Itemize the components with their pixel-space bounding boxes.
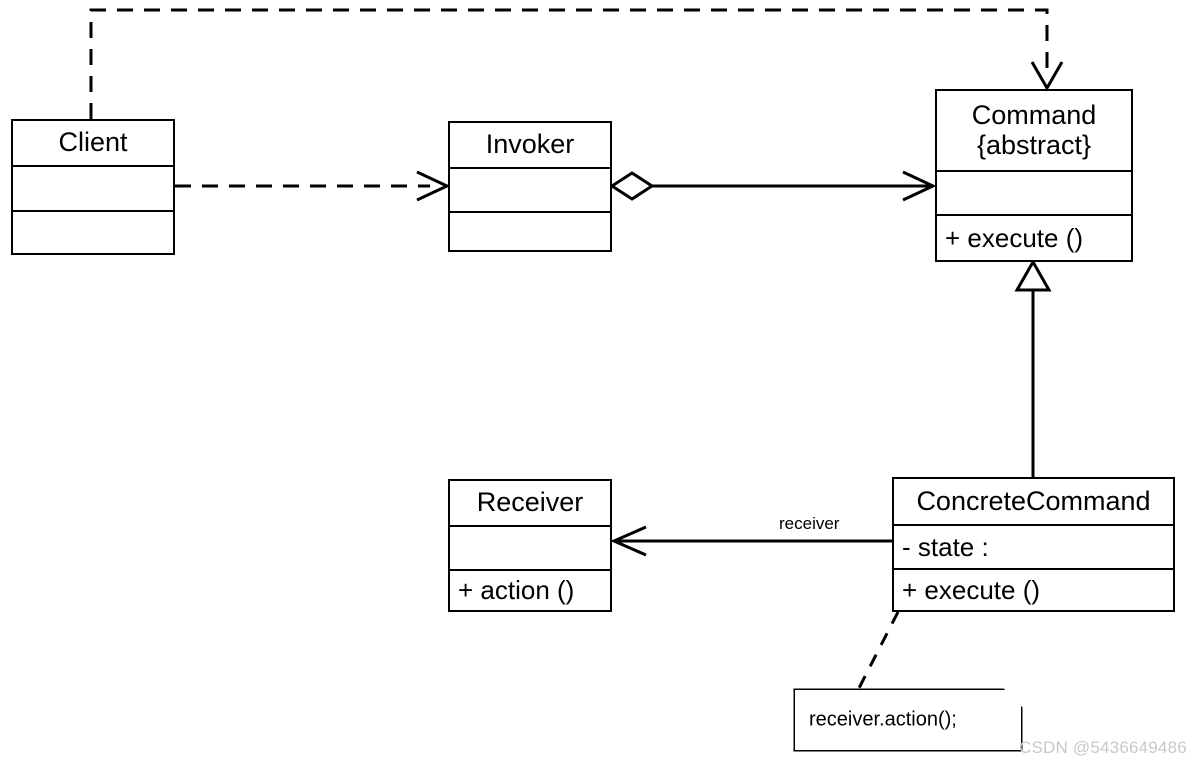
concrete-command-attribute-state: - state : [902, 531, 989, 562]
invoker-operations-compartment [450, 211, 610, 250]
invoker-title-compartment: Invoker [450, 123, 610, 167]
edge-client-to-invoker [175, 170, 451, 202]
uml-diagram-canvas: Client Invoker Command {abstract} + exec… [0, 0, 1193, 765]
command-abstract-marker: {abstract} [976, 129, 1092, 160]
edge-concrete-to-command [1014, 258, 1052, 477]
command-operations-compartment: + execute () [937, 214, 1131, 260]
edge-concrete-to-receiver [610, 525, 892, 557]
class-box-client[interactable]: Client [11, 119, 175, 255]
client-title-compartment: Client [13, 121, 173, 165]
client-operations-compartment [13, 210, 173, 253]
receiver-attributes-compartment [450, 525, 610, 569]
class-box-invoker[interactable]: Invoker [448, 121, 612, 252]
association-role-label-receiver: receiver [779, 514, 840, 533]
invoker-attributes-compartment [450, 167, 610, 211]
command-class-name: Command [971, 100, 1097, 131]
receiver-operation-action: + action () [458, 575, 575, 605]
receiver-class-name: Receiver [476, 487, 584, 518]
client-class-name: Client [58, 127, 128, 158]
edge-invoker-to-command [609, 170, 937, 202]
command-operation-execute: + execute () [945, 222, 1084, 253]
edge-client-to-command [89, 8, 1064, 119]
receiver-operations-compartment: + action () [450, 569, 610, 610]
edge-note-anchor [856, 611, 900, 691]
class-box-command[interactable]: Command {abstract} + execute () [935, 89, 1133, 262]
command-attributes-compartment [937, 170, 1131, 214]
receiver-title-compartment: Receiver [450, 481, 610, 525]
note-body-text: receiver.action(); [809, 708, 957, 731]
watermark-label: CSDN @5436649486 [1019, 738, 1187, 757]
command-title-compartment: Command {abstract} [937, 91, 1131, 170]
invoker-class-name: Invoker [485, 129, 575, 160]
concrete-command-class-name: ConcreteCommand [916, 485, 1151, 516]
client-attributes-compartment [13, 165, 173, 210]
concrete-command-operation-execute: + execute () [902, 574, 1041, 605]
concrete-command-title-compartment: ConcreteCommand [894, 479, 1173, 524]
class-box-concrete-command[interactable]: ConcreteCommand - state : + execute () [892, 477, 1175, 612]
concrete-command-attributes-compartment: - state : [894, 524, 1173, 568]
note-box: receiver.action(); [795, 690, 1021, 750]
concrete-command-operations-compartment: + execute () [894, 568, 1173, 610]
class-box-receiver[interactable]: Receiver + action () [448, 479, 612, 612]
